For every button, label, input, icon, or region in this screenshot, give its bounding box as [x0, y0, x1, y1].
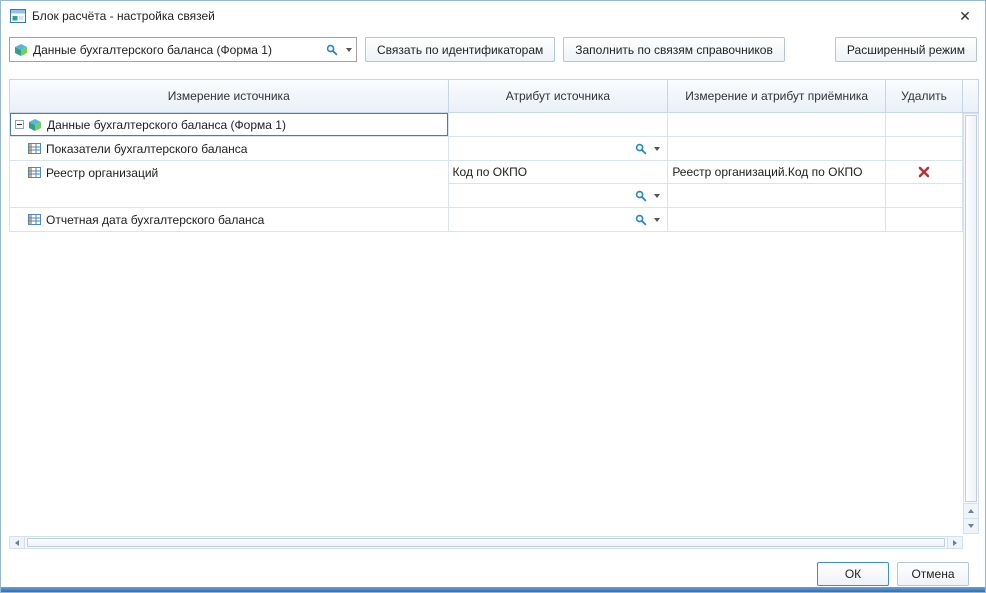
- horizontal-scrollbar-thumb[interactable]: [27, 538, 945, 547]
- attribute-lookup[interactable]: [635, 214, 663, 226]
- dimension-icon: [28, 213, 41, 226]
- search-icon: [635, 143, 647, 155]
- chevron-down-icon: [654, 218, 660, 222]
- column-header-source-attribute[interactable]: Атрибут источника: [449, 80, 669, 112]
- dimension-cell[interactable]: Отчетная дата бухгалтерского баланса: [10, 208, 449, 231]
- dimension-icon: [28, 166, 41, 179]
- close-icon[interactable]: ✕: [954, 5, 976, 27]
- table-row: Отчетная дата бухгалтерского баланса: [10, 208, 963, 232]
- dimension-label: Показатели бухгалтерского баланса: [46, 142, 247, 156]
- header-corner: [963, 79, 979, 113]
- vertical-scrollbar[interactable]: [963, 113, 979, 534]
- target-cell[interactable]: [668, 208, 886, 231]
- cube-icon: [14, 43, 28, 57]
- attribute-value: Код по ОКПО: [453, 165, 528, 179]
- target-cell-group: Реестр организаций.Код по ОКПО: [668, 161, 886, 207]
- window-bottom-frame: [1, 587, 985, 592]
- dialog-icon: [10, 9, 26, 23]
- vertical-scrollbar-thumb[interactable]: [965, 115, 977, 502]
- tree-collapse-icon[interactable]: [15, 120, 24, 129]
- arrow-up-icon: [968, 509, 974, 513]
- search-icon: [635, 190, 647, 202]
- arrow-right-icon: [953, 540, 957, 546]
- table-row: Реестр организаций Код по ОКПО: [10, 161, 963, 208]
- source-object-value: Данные бухгалтерского баланса (Форма 1): [33, 43, 326, 57]
- target-cell[interactable]: [668, 137, 886, 160]
- attribute-cell[interactable]: [449, 208, 669, 231]
- search-icon: [635, 214, 647, 226]
- toolbar: Данные бухгалтерского баланса (Форма 1) …: [9, 37, 977, 62]
- dimension-icon: [28, 142, 41, 155]
- title-bar: Блок расчёта - настройка связей ✕: [1, 1, 985, 31]
- attribute-cell-new[interactable]: [449, 184, 668, 207]
- page-title: Блок расчёта - настройка связей: [32, 9, 215, 23]
- dimension-label: Реестр организаций: [46, 166, 158, 180]
- scroll-right-button[interactable]: [947, 537, 962, 548]
- attribute-cell[interactable]: Код по ОКПО: [449, 161, 668, 184]
- dimension-label: Отчетная дата бухгалтерского баланса: [46, 213, 264, 227]
- cube-icon: [28, 118, 42, 132]
- column-header-target-dimension[interactable]: Измерение и атрибут приёмника: [668, 80, 886, 112]
- cancel-button[interactable]: Отмена: [897, 562, 969, 586]
- scroll-left-button[interactable]: [10, 537, 25, 548]
- dimension-cell[interactable]: Показатели бухгалтерского баланса: [10, 137, 449, 160]
- advanced-mode-button[interactable]: Расширенный режим: [835, 37, 977, 62]
- arrow-down-icon: [968, 524, 974, 528]
- attribute-lookup[interactable]: [635, 143, 663, 155]
- column-header-source-dimension[interactable]: Измерение источника: [10, 80, 449, 112]
- search-icon: [326, 44, 338, 56]
- empty-cell[interactable]: [668, 113, 886, 136]
- arrow-left-icon: [15, 540, 19, 546]
- table-row: Показатели бухгалтерского баланса: [10, 137, 963, 161]
- link-by-identifiers-button[interactable]: Связать по идентификаторам: [365, 37, 555, 62]
- target-value: Реестр организаций.Код по ОКПО: [672, 165, 862, 179]
- dialog-window: Блок расчёта - настройка связей ✕ Данные…: [0, 0, 986, 593]
- attribute-cell-group: Код по ОКПО: [449, 161, 669, 207]
- source-object-combo[interactable]: Данные бухгалтерского баланса (Форма 1): [9, 37, 357, 62]
- root-node-cell[interactable]: Данные бухгалтерского баланса (Форма 1): [10, 113, 449, 136]
- table-header: Измерение источника Атрибут источника Из…: [9, 79, 963, 113]
- chevron-down-icon: [654, 147, 660, 151]
- root-node-label: Данные бухгалтерского баланса (Форма 1): [47, 118, 286, 132]
- column-header-delete[interactable]: Удалить: [886, 80, 963, 112]
- empty-cell[interactable]: [449, 113, 669, 136]
- delete-cell[interactable]: [886, 208, 963, 231]
- delete-cell[interactable]: [886, 161, 962, 184]
- chevron-down-icon: [346, 48, 352, 52]
- delete-icon[interactable]: [918, 166, 930, 178]
- red-cross-icon: [918, 166, 930, 178]
- empty-cell[interactable]: [886, 113, 963, 136]
- target-cell[interactable]: Реестр организаций.Код по ОКПО: [668, 161, 885, 184]
- scroll-up-button[interactable]: [964, 503, 978, 518]
- table-body: Данные бухгалтерского баланса (Форма 1) …: [9, 113, 963, 232]
- delete-cell-new[interactable]: [886, 184, 962, 207]
- delete-cell-group: [886, 161, 963, 207]
- dimension-cell[interactable]: Реестр организаций: [10, 161, 449, 207]
- attribute-lookup[interactable]: [635, 190, 663, 202]
- scroll-down-button[interactable]: [964, 518, 978, 533]
- horizontal-scrollbar[interactable]: [9, 536, 963, 549]
- ok-button[interactable]: ОК: [817, 562, 889, 586]
- target-cell-new[interactable]: [668, 184, 885, 207]
- delete-cell[interactable]: [886, 137, 963, 160]
- chevron-down-icon: [654, 194, 660, 198]
- attribute-cell[interactable]: [449, 137, 669, 160]
- fill-by-dictionary-links-button[interactable]: Заполнить по связям справочников: [563, 37, 785, 62]
- table-row-root: Данные бухгалтерского баланса (Форма 1): [10, 113, 963, 137]
